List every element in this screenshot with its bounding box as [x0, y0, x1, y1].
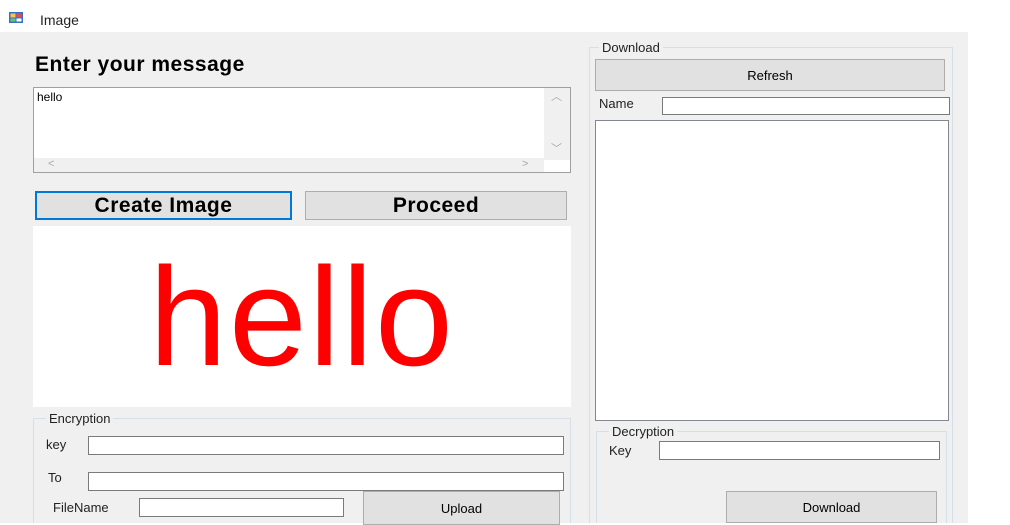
vertical-scrollbar[interactable]: ︿ ﹀ [544, 88, 570, 160]
name-input[interactable] [662, 97, 950, 115]
to-label: To [48, 470, 62, 485]
message-heading: Enter your message [35, 53, 245, 76]
app-window-icon [9, 12, 23, 23]
refresh-button[interactable]: Refresh [595, 59, 945, 91]
encryption-legend: Encryption [46, 411, 114, 426]
message-text: hello [37, 90, 63, 104]
key-input[interactable] [88, 436, 564, 455]
decryption-key-label: Key [609, 443, 632, 458]
preview-text: hello [149, 237, 455, 395]
to-input[interactable] [88, 472, 564, 491]
key-label: key [46, 437, 67, 452]
file-listbox[interactable] [595, 120, 949, 421]
scroll-left-icon[interactable]: < [48, 159, 54, 170]
proceed-button[interactable]: Proceed [305, 191, 567, 220]
upload-button[interactable]: Upload [363, 491, 560, 525]
message-textbox[interactable]: hello ︿ ﹀ < > [33, 87, 571, 173]
title-bar: Image [0, 0, 1010, 32]
name-label: Name [599, 96, 634, 111]
decryption-key-input[interactable] [659, 441, 940, 460]
scroll-up-icon[interactable]: ︿ [551, 92, 562, 103]
filename-input[interactable] [139, 498, 344, 517]
horizontal-scrollbar[interactable]: < > [34, 158, 544, 172]
image-preview: hello [33, 226, 571, 407]
download-legend: Download [599, 40, 663, 55]
window-title: Image [40, 12, 79, 28]
scroll-right-icon[interactable]: > [522, 159, 528, 170]
filename-label: FileName [53, 500, 109, 515]
create-image-button[interactable]: Create Image [35, 191, 292, 220]
download-button[interactable]: Download [726, 491, 937, 523]
decryption-legend: Decryption [609, 424, 678, 439]
scroll-down-icon[interactable]: ﹀ [551, 144, 562, 155]
